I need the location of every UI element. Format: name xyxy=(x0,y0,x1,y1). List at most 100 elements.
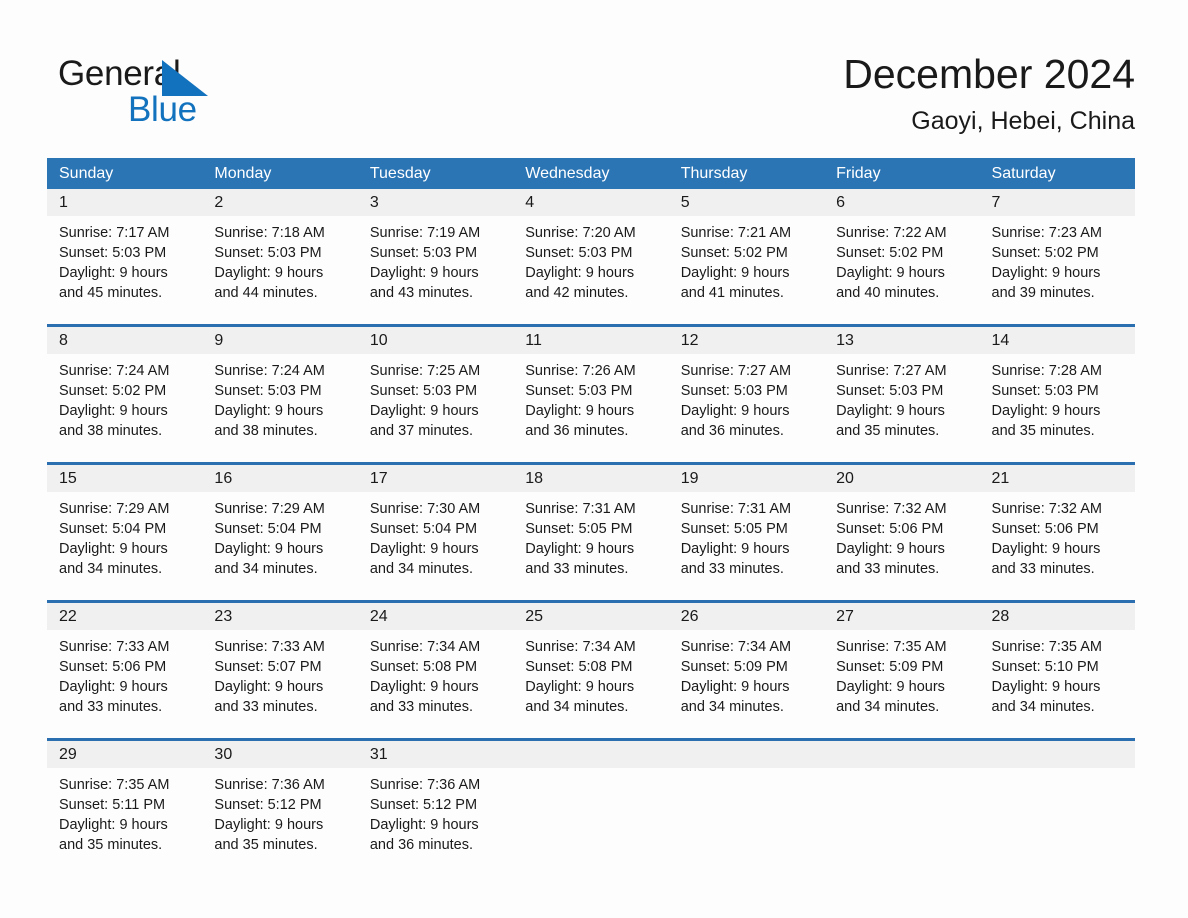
calendar-day-cell[interactable]: 20 Sunrise: 7:32 AM Sunset: 5:06 PM Dayligh… xyxy=(824,465,980,596)
sunset-text: Sunset: 5:05 PM xyxy=(680,521,788,537)
calendar-day-cell[interactable]: 6 Sunrise: 7:22 AM Sunset: 5:02 PM Daylight… xyxy=(824,189,980,320)
sunset-text: Sunset: 5:04 PM xyxy=(59,521,167,537)
daylight-text-line1: Daylight: 9 hours xyxy=(214,265,324,281)
day-details: Sunrise: 7:32 AM Sunset: 5:06 PM Daylight:… xyxy=(980,492,1135,579)
day-details: Sunrise: 7:19 AM Sunset: 5:03 PM Daylight:… xyxy=(358,216,513,303)
day-details: Sunrise: 7:24 AM Sunset: 5:03 PM Daylight:… xyxy=(202,354,357,441)
calendar-day-cell[interactable]: 29 Sunrise: 7:35 AM Sunset: 5:11 PM Dayligh… xyxy=(47,741,203,872)
calendar-day-cell[interactable]: 10 Sunrise: 7:25 AM Sunset: 5:03 PM Dayligh… xyxy=(357,327,514,458)
calendar-day-cell[interactable]: 26 Sunrise: 7:34 AM Sunset: 5:09 PM Dayligh… xyxy=(668,603,825,734)
calendar-day-cell[interactable]: 30 Sunrise: 7:36 AM Sunset: 5:12 PM Dayligh… xyxy=(202,741,358,872)
day-details: Sunrise: 7:33 AM Sunset: 5:07 PM Daylight:… xyxy=(202,630,357,717)
sunset-text: Sunset: 5:03 PM xyxy=(525,383,633,399)
calendar-day-cell[interactable]: 5 Sunrise: 7:21 AM Sunset: 5:02 PM Daylight… xyxy=(668,189,825,320)
calendar-day-cell[interactable]: 8 Sunrise: 7:24 AM Sunset: 5:02 PM Daylight… xyxy=(47,327,203,458)
daylight-text-line2: and 34 minutes. xyxy=(680,699,784,715)
day-number-band: 9 xyxy=(202,327,358,354)
day-number: 26 xyxy=(680,608,699,625)
day-details: Sunrise: 7:36 AM Sunset: 5:12 PM Daylight:… xyxy=(358,768,513,855)
sunset-text: Sunset: 5:12 PM xyxy=(214,797,322,813)
calendar-grid: Sunday Monday Tuesday Wednesday Thursday… xyxy=(47,158,1135,872)
daylight-text-line1: Daylight: 9 hours xyxy=(680,265,790,281)
calendar-day-cell[interactable]: 18 Sunrise: 7:31 AM Sunset: 5:05 PM Dayligh… xyxy=(513,465,669,596)
calendar-day-cell[interactable]: 4 Sunrise: 7:20 AM Sunset: 5:03 PM Daylight… xyxy=(513,189,669,320)
day-details: Sunrise: 7:31 AM Sunset: 5:05 PM Daylight:… xyxy=(669,492,824,579)
calendar-page: General Blue December 2024 Gaoyi, Hebei,… xyxy=(0,0,1188,918)
calendar-day-cell[interactable]: 24 Sunrise: 7:34 AM Sunset: 5:08 PM Dayligh… xyxy=(357,603,514,734)
day-number: 22 xyxy=(59,608,77,625)
sunrise-text: Sunrise: 7:34 AM xyxy=(369,639,481,655)
calendar-day-cell[interactable]: 9 Sunrise: 7:24 AM Sunset: 5:03 PM Daylight… xyxy=(202,327,358,458)
calendar-day-cell[interactable]: 3 Sunrise: 7:19 AM Sunset: 5:03 PM Daylight… xyxy=(357,189,514,320)
sunrise-text: Sunrise: 7:27 AM xyxy=(680,363,792,379)
calendar-day-cell[interactable]: 21 Sunrise: 7:32 AM Sunset: 5:06 PM Dayligh… xyxy=(979,465,1135,596)
daylight-text-line1: Daylight: 9 hours xyxy=(991,403,1101,419)
day-number-band: 15 xyxy=(47,465,203,492)
calendar-day-cell[interactable]: 7 Sunrise: 7:23 AM Sunset: 5:02 PM Daylight… xyxy=(979,189,1135,320)
dow-header-friday: Friday xyxy=(836,165,881,182)
daylight-text-line2: and 36 minutes. xyxy=(680,423,784,439)
day-details: Sunrise: 7:18 AM Sunset: 5:03 PM Daylight:… xyxy=(202,216,357,303)
daylight-text-line2: and 40 minutes. xyxy=(836,285,940,301)
calendar-day-cell[interactable]: 13 Sunrise: 7:27 AM Sunset: 5:03 PM Dayligh… xyxy=(824,327,980,458)
day-number: 6 xyxy=(836,194,846,211)
day-number: 19 xyxy=(680,470,699,487)
calendar-day-cell[interactable]: 19 Sunrise: 7:31 AM Sunset: 5:05 PM Dayligh… xyxy=(668,465,825,596)
sunset-text: Sunset: 5:03 PM xyxy=(836,383,944,399)
day-number: 13 xyxy=(836,332,854,349)
day-details: Sunrise: 7:26 AM Sunset: 5:03 PM Daylight:… xyxy=(513,354,668,441)
sunrise-text: Sunrise: 7:17 AM xyxy=(59,225,170,241)
calendar-day-cell[interactable]: 28 Sunrise: 7:35 AM Sunset: 5:10 PM Dayligh… xyxy=(979,603,1135,734)
day-number: 2 xyxy=(214,194,224,211)
day-details: Sunrise: 7:33 AM Sunset: 5:06 PM Daylight:… xyxy=(47,630,202,717)
day-number: 16 xyxy=(214,470,233,487)
calendar-day-cell-empty xyxy=(824,741,980,872)
sunset-text: Sunset: 5:06 PM xyxy=(836,521,944,537)
calendar-week-row: 29 Sunrise: 7:35 AM Sunset: 5:11 PM Dayligh… xyxy=(47,738,1135,872)
day-details: Sunrise: 7:25 AM Sunset: 5:03 PM Daylight:… xyxy=(358,354,513,441)
calendar-day-cell[interactable]: 22 Sunrise: 7:33 AM Sunset: 5:06 PM Dayligh… xyxy=(47,603,203,734)
day-number: 3 xyxy=(369,194,379,211)
calendar-day-cell[interactable]: 31 Sunrise: 7:36 AM Sunset: 5:12 PM Dayligh… xyxy=(357,741,514,872)
calendar-day-cell[interactable]: 1 Sunrise: 7:17 AM Sunset: 5:03 PM Daylight… xyxy=(47,189,203,320)
day-number-band: 22 xyxy=(47,603,203,630)
calendar-day-cell[interactable]: 12 Sunrise: 7:27 AM Sunset: 5:03 PM Dayligh… xyxy=(668,327,825,458)
daylight-text-line2: and 33 minutes. xyxy=(525,561,629,577)
day-number-band: 17 xyxy=(357,465,514,492)
calendar-day-cell[interactable]: 16 Sunrise: 7:29 AM Sunset: 5:04 PM Dayligh… xyxy=(202,465,358,596)
calendar-day-cell[interactable]: 27 Sunrise: 7:35 AM Sunset: 5:09 PM Dayligh… xyxy=(824,603,980,734)
calendar-week-row: 1 Sunrise: 7:17 AM Sunset: 5:03 PM Daylight… xyxy=(47,189,1135,320)
day-number: 15 xyxy=(59,470,77,487)
sunset-text: Sunset: 5:02 PM xyxy=(680,245,788,261)
day-number: 28 xyxy=(991,608,1010,625)
calendar-day-cell[interactable]: 15 Sunrise: 7:29 AM Sunset: 5:04 PM Dayligh… xyxy=(47,465,203,596)
daylight-text-line2: and 34 minutes. xyxy=(525,699,629,715)
day-number-band: 12 xyxy=(668,327,825,354)
sunset-text: Sunset: 5:02 PM xyxy=(59,383,167,399)
sunset-text: Sunset: 5:03 PM xyxy=(214,245,322,261)
day-number-band: 7 xyxy=(979,189,1135,216)
calendar-day-cell[interactable]: 2 Sunrise: 7:18 AM Sunset: 5:03 PM Daylight… xyxy=(202,189,358,320)
calendar-day-cell-empty xyxy=(513,741,669,872)
day-details: Sunrise: 7:35 AM Sunset: 5:09 PM Daylight:… xyxy=(824,630,979,717)
daylight-text-line1: Daylight: 9 hours xyxy=(991,541,1101,557)
general-blue-logo[interactable]: General Blue xyxy=(58,52,318,136)
day-details: Sunrise: 7:34 AM Sunset: 5:08 PM Daylight:… xyxy=(358,630,513,717)
daylight-text-line1: Daylight: 9 hours xyxy=(214,817,324,833)
calendar-day-cell[interactable]: 11 Sunrise: 7:26 AM Sunset: 5:03 PM Dayligh… xyxy=(513,327,669,458)
daylight-text-line1: Daylight: 9 hours xyxy=(525,265,635,281)
calendar-day-cell[interactable]: 14 Sunrise: 7:28 AM Sunset: 5:03 PM Dayligh… xyxy=(979,327,1135,458)
daylight-text-line2: and 34 minutes. xyxy=(59,561,163,577)
daylight-text-line2: and 35 minutes. xyxy=(836,423,940,439)
calendar-day-cell[interactable]: 17 Sunrise: 7:30 AM Sunset: 5:04 PM Dayligh… xyxy=(357,465,514,596)
daylight-text-line1: Daylight: 9 hours xyxy=(836,679,945,695)
calendar-day-cell[interactable]: 25 Sunrise: 7:34 AM Sunset: 5:08 PM Dayligh… xyxy=(513,603,669,734)
sunset-text: Sunset: 5:05 PM xyxy=(525,521,633,537)
sunset-text: Sunset: 5:07 PM xyxy=(214,659,322,675)
day-details: Sunrise: 7:29 AM Sunset: 5:04 PM Daylight:… xyxy=(47,492,202,579)
day-details: Sunrise: 7:32 AM Sunset: 5:06 PM Daylight:… xyxy=(824,492,979,579)
day-number-band: 26 xyxy=(668,603,825,630)
day-number: 5 xyxy=(680,194,690,211)
calendar-day-cell[interactable]: 23 Sunrise: 7:33 AM Sunset: 5:07 PM Dayligh… xyxy=(202,603,358,734)
day-number: 4 xyxy=(525,194,535,211)
